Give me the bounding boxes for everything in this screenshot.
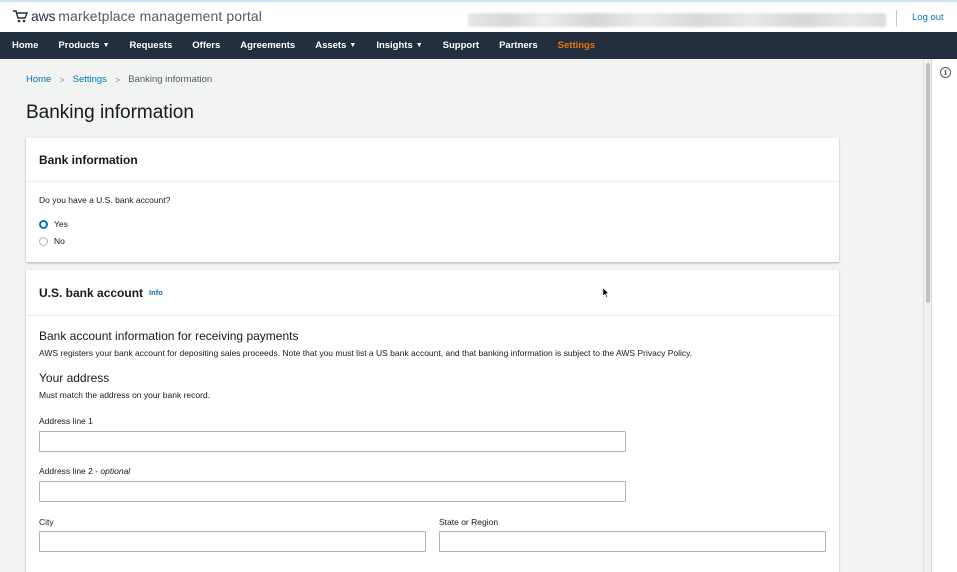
page-title: Banking information bbox=[26, 102, 194, 123]
nav-item-label: Offers bbox=[192, 40, 221, 51]
optional-tag: optional bbox=[100, 466, 131, 476]
radio-yes-label: Yes bbox=[54, 219, 68, 229]
chevron-right-icon: > bbox=[114, 74, 121, 85]
main-content: Home > Settings > Banking information Ba… bbox=[0, 59, 923, 572]
section-title: Bank account information for receiving p… bbox=[39, 329, 299, 343]
nav-item-label: Support bbox=[442, 40, 480, 51]
breadcrumb-settings[interactable]: Settings bbox=[73, 74, 107, 85]
nav-item-agreements[interactable]: Agreements bbox=[240, 40, 295, 51]
card-header: U.S. bank account Info bbox=[26, 270, 839, 316]
radio-selected-icon[interactable] bbox=[39, 219, 48, 229]
logout-link[interactable]: Log out bbox=[912, 12, 944, 23]
nav-item-label: Partners bbox=[499, 40, 538, 51]
header-divider bbox=[896, 10, 897, 26]
address-line-2-input[interactable] bbox=[39, 481, 626, 502]
city-label: City bbox=[39, 517, 54, 527]
nav-item-insights[interactable]: Insights ▼ bbox=[376, 40, 422, 51]
radio-yes[interactable]: Yes bbox=[39, 219, 68, 229]
radio-no-label: No bbox=[54, 236, 65, 246]
chevron-right-icon: > bbox=[59, 74, 65, 85]
help-panel-rail: i bbox=[931, 59, 957, 572]
nav-item-home[interactable]: Home bbox=[12, 40, 38, 51]
aws-marketplace-logo[interactable]: aws marketplace management portal bbox=[12, 8, 262, 24]
info-icon[interactable]: i bbox=[940, 67, 951, 78]
state-region-label: State or Region bbox=[439, 517, 499, 527]
redacted-account-info bbox=[468, 13, 886, 27]
nav-item-label: Settings bbox=[557, 40, 596, 51]
nav-item-assets[interactable]: Assets ▼ bbox=[315, 40, 356, 51]
cart-logo-icon bbox=[13, 10, 28, 23]
address-line-2-label: Address line 2 - optional bbox=[39, 466, 130, 476]
radio-no[interactable]: No bbox=[39, 236, 65, 246]
address-description: Must match the address on your bank reco… bbox=[39, 390, 211, 400]
address-title: Your address bbox=[39, 371, 110, 385]
us-bank-question: Do you have a U.S. bank account? bbox=[39, 195, 171, 205]
breadcrumb: Home > Settings > Banking information bbox=[26, 74, 212, 85]
chevron-down-icon: ▼ bbox=[102, 42, 110, 49]
scrollbar-thumb[interactable] bbox=[926, 63, 930, 303]
mouse-cursor-icon bbox=[603, 288, 609, 298]
nav-item-requests[interactable]: Requests bbox=[130, 40, 173, 51]
chevron-down-icon: ▼ bbox=[415, 42, 423, 49]
breadcrumb-home[interactable]: Home bbox=[26, 74, 51, 85]
logo-brand-text: aws bbox=[31, 8, 56, 24]
nav-item-label: Home bbox=[12, 40, 39, 51]
breadcrumb-current: Banking information bbox=[128, 74, 213, 85]
address-line-1-label: Address line 1 bbox=[39, 416, 93, 426]
card-title: Bank information bbox=[39, 152, 138, 167]
nav-item-products[interactable]: Products ▼ bbox=[58, 40, 109, 51]
card-header: Bank information bbox=[26, 138, 839, 182]
vertical-scrollbar[interactable] bbox=[923, 59, 931, 572]
nav-item-label: Assets bbox=[315, 40, 347, 51]
nav-item-partners[interactable]: Partners bbox=[499, 40, 538, 51]
logo-product-text: marketplace management portal bbox=[58, 8, 262, 24]
bank-information-card: Bank information Do you have a U.S. bank… bbox=[26, 138, 839, 262]
address-line-2-label-text: Address line 2 - bbox=[39, 466, 101, 476]
nav-item-label: Requests bbox=[129, 40, 173, 51]
nav-item-support[interactable]: Support bbox=[443, 40, 479, 51]
nav-item-label: Agreements bbox=[240, 40, 296, 51]
section-description: AWS registers your bank account for depo… bbox=[39, 348, 693, 358]
address-line-1-input[interactable] bbox=[39, 431, 626, 452]
top-header: aws marketplace management portal Log ou… bbox=[0, 0, 957, 32]
nav-item-settings[interactable]: Settings bbox=[558, 40, 595, 51]
nav-item-offers[interactable]: Offers bbox=[192, 40, 220, 51]
main-nav: Home Products ▼ Requests Offers Agreements Ass… bbox=[0, 32, 957, 59]
card-title: U.S. bank account bbox=[39, 285, 144, 300]
radio-unselected-icon[interactable] bbox=[39, 236, 48, 246]
chevron-down-icon: ▼ bbox=[349, 42, 357, 49]
nav-item-label: Products bbox=[58, 40, 100, 51]
city-input[interactable] bbox=[39, 531, 426, 552]
info-link[interactable]: Info bbox=[149, 288, 163, 297]
us-bank-account-card: U.S. bank account Info Bank account info… bbox=[26, 270, 839, 572]
state-region-input[interactable] bbox=[439, 531, 826, 552]
nav-item-label: Insights bbox=[376, 40, 413, 51]
